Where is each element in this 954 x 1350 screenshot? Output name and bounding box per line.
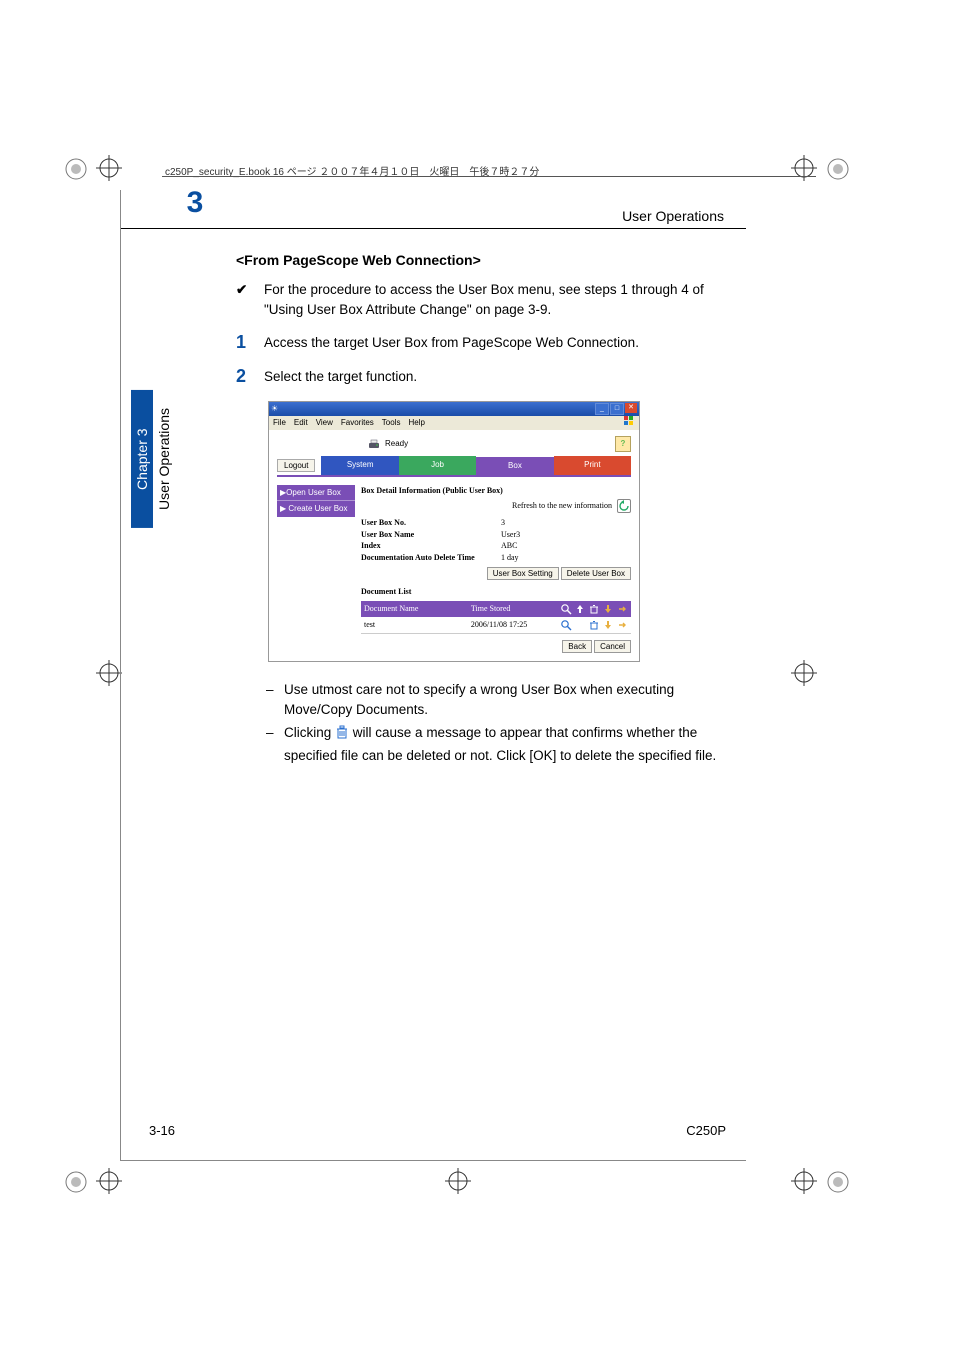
doc-name: test (364, 619, 471, 631)
crosshair-icon (791, 660, 817, 686)
label-index: Index (361, 540, 501, 552)
label-auto-delete: Documentation Auto Delete Time (361, 552, 501, 564)
doc-time: 2006/11/08 17:25 (471, 619, 560, 631)
menu-edit[interactable]: Edit (294, 417, 308, 429)
tab-job[interactable]: Job (399, 456, 476, 475)
dash-marker: – (266, 723, 284, 765)
model-label: C250P (686, 1123, 726, 1138)
download-icon[interactable] (602, 619, 614, 631)
menu-file[interactable]: File (273, 417, 286, 429)
value-user-box-name: User3 (501, 529, 520, 541)
step-text: Access the target User Box from PageScop… (264, 333, 639, 353)
embedded-screenshot: ☀ _ □ ✕ File Edit View Favorites Tools H… (268, 401, 640, 662)
side-tab: Chapter 3 User Operations (131, 390, 175, 528)
label-user-box-name: User Box Name (361, 529, 501, 541)
crosshair-icon (96, 155, 122, 181)
close-icon[interactable]: ✕ (625, 403, 637, 413)
trash-icon (335, 724, 349, 746)
user-box-setting-button[interactable]: User Box Setting (487, 567, 559, 580)
crop-target-icon (62, 155, 90, 183)
tab-system[interactable]: System (321, 456, 398, 475)
col-document-name: Document Name (364, 603, 471, 615)
sidebar-open-user-box[interactable]: ▶Open User Box (277, 485, 355, 502)
cancel-button[interactable]: Cancel (594, 640, 631, 653)
document-row: test 2006/11/08 17:25 (361, 617, 631, 634)
chapter-number: 3 (176, 184, 214, 222)
crosshair-icon (445, 1168, 471, 1194)
section-heading: <From PageScope Web Connection> (236, 250, 726, 270)
dash-marker: – (266, 680, 284, 719)
page-number: 3-16 (149, 1123, 175, 1138)
value-auto-delete: 1 day (501, 552, 519, 564)
check-text: For the procedure to access the User Box… (264, 280, 726, 319)
crop-target-icon (62, 1168, 90, 1196)
preview-icon[interactable] (560, 603, 572, 615)
move-icon[interactable] (616, 603, 628, 615)
side-tab-title: User Operations (153, 390, 175, 528)
menu-tools[interactable]: Tools (382, 417, 401, 429)
menu-help[interactable]: Help (408, 417, 424, 429)
side-tab-chapter: Chapter 3 (131, 390, 153, 528)
logout-button[interactable]: Logout (277, 459, 315, 472)
crop-target-icon (824, 155, 852, 183)
upload-icon[interactable] (574, 603, 586, 615)
preview-icon[interactable] (560, 619, 572, 631)
crosshair-icon (791, 155, 817, 181)
menu-favorites[interactable]: Favorites (341, 417, 374, 429)
header-rule (162, 176, 816, 177)
note-text: Clicking will cause a message to appear … (284, 723, 726, 765)
note-text: Use utmost care not to specify a wrong U… (284, 680, 726, 719)
ready-label: Ready (385, 438, 408, 450)
help-icon[interactable]: ? (615, 436, 631, 452)
window-titlebar: ☀ _ □ ✕ (269, 402, 639, 416)
document-list-title: Document List (361, 587, 411, 596)
sidebar-create-user-box[interactable]: ▶ Create User Box (277, 501, 355, 517)
running-header: User Operations (622, 208, 724, 224)
browser-menubar: File Edit View Favorites Tools Help (269, 416, 639, 430)
minimize-icon[interactable]: _ (595, 403, 609, 415)
step-text: Select the target function. (264, 367, 417, 387)
refresh-icon[interactable] (617, 499, 631, 513)
move-icon[interactable] (616, 619, 628, 631)
windows-flag-icon (623, 415, 635, 431)
crosshair-icon (96, 1168, 122, 1194)
trash-icon[interactable] (588, 603, 600, 615)
value-index: ABC (501, 540, 517, 552)
tab-print[interactable]: Print (554, 456, 631, 475)
panel-title: Box Detail Information (Public User Box) (361, 485, 631, 497)
label-user-box-no: User Box No. (361, 517, 501, 529)
trash-icon[interactable] (588, 619, 600, 631)
step-number: 1 (236, 333, 264, 353)
upload-icon[interactable] (574, 619, 586, 631)
crosshair-icon (96, 660, 122, 686)
crop-target-icon (824, 1168, 852, 1196)
refresh-label: Refresh to the new information (512, 501, 612, 510)
back-button[interactable]: Back (562, 640, 592, 653)
printer-icon (367, 439, 381, 450)
value-user-box-no: 3 (501, 517, 505, 529)
maximize-icon[interactable]: □ (610, 403, 624, 415)
col-time-stored: Time Stored (471, 603, 560, 615)
checkmark-icon: ✔ (236, 280, 264, 319)
crosshair-icon (791, 1168, 817, 1194)
ie-icon: ☀ (271, 403, 278, 415)
tab-box[interactable]: Box (476, 456, 553, 475)
step-number: 2 (236, 367, 264, 387)
delete-user-box-button[interactable]: Delete User Box (561, 567, 631, 580)
download-icon[interactable] (602, 603, 614, 615)
menu-view[interactable]: View (316, 417, 333, 429)
